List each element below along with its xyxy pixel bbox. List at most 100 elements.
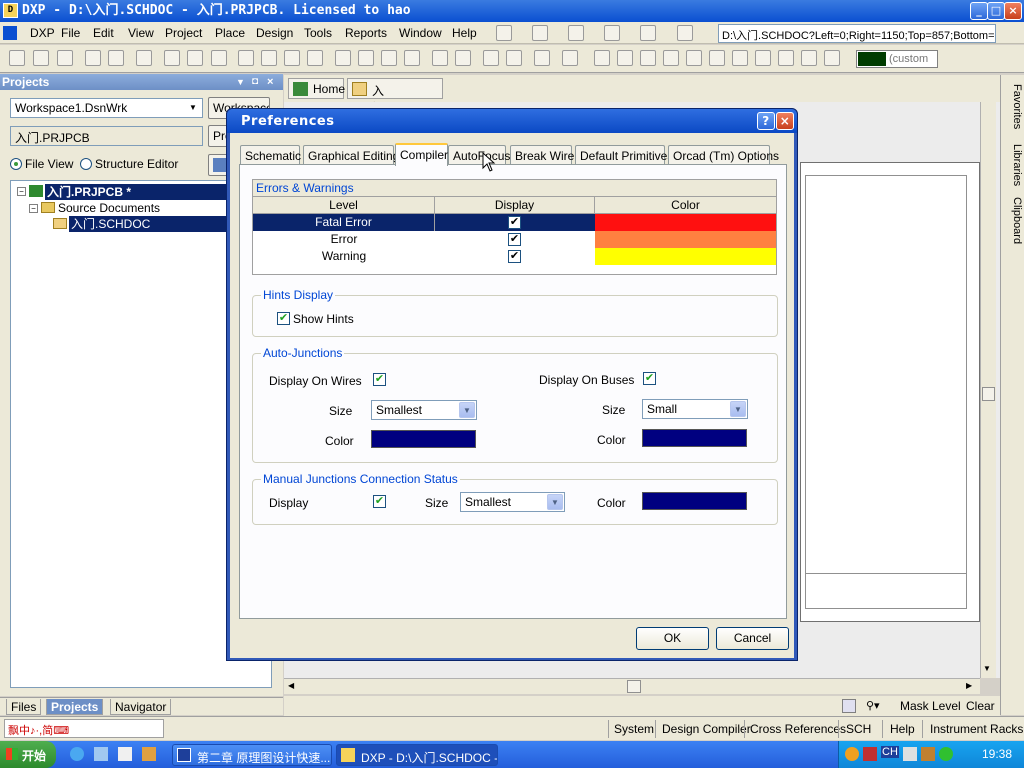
tray-status-icon[interactable] [939, 747, 953, 761]
place-part-icon[interactable] [732, 50, 748, 66]
tab-schdoc[interactable]: 入门.SCHDOC [347, 78, 443, 115]
tab-libraries[interactable]: Libraries [1003, 140, 1023, 190]
open-icon[interactable] [33, 50, 49, 66]
move-icon[interactable] [358, 50, 374, 66]
row-display-checkbox[interactable]: ✔ [508, 250, 521, 263]
vertical-scrollbar[interactable]: ▼ [980, 102, 996, 678]
tab-default-primitives[interactable]: Default Primitives [575, 145, 673, 165]
print-preview-icon[interactable] [108, 50, 124, 66]
filter-icon[interactable]: ⚲▾ [866, 699, 880, 712]
horizontal-scroll-thumb[interactable] [627, 680, 641, 693]
sheet-symbol-icon[interactable] [755, 50, 771, 66]
menu-design[interactable]: Design [256, 26, 293, 40]
menu-help[interactable]: Help [452, 26, 477, 40]
workspace-select[interactable]: Workspace1.DsnWrk ▼ [10, 98, 203, 118]
display-on-buses-checkbox[interactable]: ✔ [643, 372, 656, 385]
redo-icon[interactable] [455, 50, 471, 66]
status-design-compiler[interactable]: Design Compiler [662, 722, 751, 736]
menu-window[interactable]: Window [399, 26, 442, 40]
help-question-icon[interactable]: ? [757, 112, 775, 130]
hierarchy-icon[interactable] [483, 50, 499, 66]
buses-size-select[interactable]: Small ▼ [642, 399, 748, 419]
status-cross-references[interactable]: Cross References [750, 722, 846, 736]
row-color-swatch[interactable] [595, 248, 776, 265]
vcc-port-icon[interactable] [709, 50, 725, 66]
status-system[interactable]: System [614, 722, 654, 736]
place-wire-icon[interactable] [594, 50, 610, 66]
display-on-wires-checkbox[interactable]: ✔ [373, 373, 386, 386]
ie-icon[interactable] [70, 747, 84, 761]
tab-compiler[interactable]: Compiler [395, 143, 448, 166]
row-color-swatch[interactable] [595, 231, 776, 248]
pin-icon[interactable]: ◘ [252, 74, 258, 90]
language-indicator[interactable]: CH [881, 746, 899, 758]
tree-collapse-icon[interactable]: − [17, 187, 26, 196]
schematic-sheet[interactable] [800, 162, 980, 622]
status-help[interactable]: Help [890, 722, 915, 736]
menu-place[interactable]: Place [215, 26, 245, 40]
custom-color-box[interactable]: (custom [856, 50, 938, 68]
file-view-radio[interactable]: File View [10, 157, 73, 171]
task-word-document[interactable]: 第二章 原理图设计快速... [172, 744, 332, 766]
dialog-close-icon[interactable]: × [776, 112, 794, 130]
clear-button[interactable]: Clear [966, 699, 995, 713]
ok-button[interactable]: OK [636, 627, 709, 650]
project-field[interactable]: 入门.PRJPCB [10, 126, 203, 146]
manual-size-select[interactable]: Smallest ▼ [460, 492, 565, 512]
ground-tool-icon[interactable] [568, 25, 584, 41]
new-icon[interactable] [9, 50, 25, 66]
deselect-icon[interactable] [404, 50, 420, 66]
start-button[interactable]: 开始 [0, 741, 56, 768]
close-icon[interactable]: × [1004, 2, 1022, 20]
horizontal-scrollbar[interactable]: ◀ ▶ [284, 678, 980, 694]
bus-entry-icon[interactable] [640, 50, 656, 66]
sheet-entry-icon[interactable] [778, 50, 794, 66]
scroll-down-icon[interactable]: ▼ [983, 664, 991, 673]
grid-tool-icon[interactable] [677, 25, 693, 41]
tray-network-icon[interactable] [903, 747, 917, 761]
scroll-left-icon[interactable]: ◀ [288, 681, 294, 690]
port-tool-icon[interactable] [640, 25, 656, 41]
bus-tool-icon[interactable] [532, 25, 548, 41]
zoom-area-icon[interactable] [187, 50, 203, 66]
menu-project[interactable]: Project [165, 26, 202, 40]
ime-toolbar[interactable]: 飘中♪·,简⌨ [4, 719, 164, 738]
cross-probe-icon[interactable] [506, 50, 522, 66]
tab-graphical-editing[interactable]: Graphical Editing [303, 145, 399, 165]
desktop-icon[interactable] [118, 747, 132, 761]
wires-color-swatch[interactable] [371, 430, 476, 448]
paste-icon[interactable] [284, 50, 300, 66]
minimize-icon[interactable]: _ [970, 2, 988, 20]
status-instrument-racks[interactable]: Instrument Racks [930, 722, 1023, 736]
cross-select-icon[interactable] [381, 50, 397, 66]
tab-schematic[interactable]: Schematic [240, 145, 301, 165]
menu-reports[interactable]: Reports [345, 26, 387, 40]
panel-menu-icon[interactable]: ▼ [236, 74, 245, 90]
net-label-icon[interactable] [663, 50, 679, 66]
column-header-color[interactable]: Color [595, 197, 776, 214]
tree-collapse-icon[interactable]: − [29, 204, 38, 213]
menu-tools[interactable]: Tools [304, 26, 332, 40]
help-icon[interactable] [562, 50, 578, 66]
status-sch[interactable]: SCH [846, 722, 871, 736]
tab-clipboard[interactable]: Clipboard [1003, 193, 1023, 248]
outlook-icon[interactable] [94, 747, 108, 761]
row-color-swatch[interactable] [595, 214, 776, 231]
manual-display-checkbox[interactable]: ✔ [373, 495, 386, 508]
library-icon[interactable] [534, 50, 550, 66]
tab-navigator[interactable]: Navigator [110, 699, 172, 715]
place-bus-icon[interactable] [617, 50, 633, 66]
select-area-icon[interactable] [335, 50, 351, 66]
vertical-scroll-thumb[interactable] [982, 387, 995, 401]
rubber-stamp-icon[interactable] [307, 50, 323, 66]
menu-edit[interactable]: Edit [93, 26, 114, 40]
column-header-level[interactable]: Level [253, 197, 435, 214]
tab-home[interactable]: Home [288, 78, 345, 99]
column-header-display[interactable]: Display [435, 197, 595, 214]
maximize-icon[interactable]: □ [987, 2, 1005, 20]
cancel-button[interactable]: Cancel [716, 627, 789, 650]
panel-close-icon[interactable]: × [267, 74, 273, 90]
layer-icon[interactable] [136, 50, 152, 66]
tab-break-wire[interactable]: Break Wire [510, 145, 574, 165]
scroll-right-icon[interactable]: ▶ [966, 681, 972, 690]
